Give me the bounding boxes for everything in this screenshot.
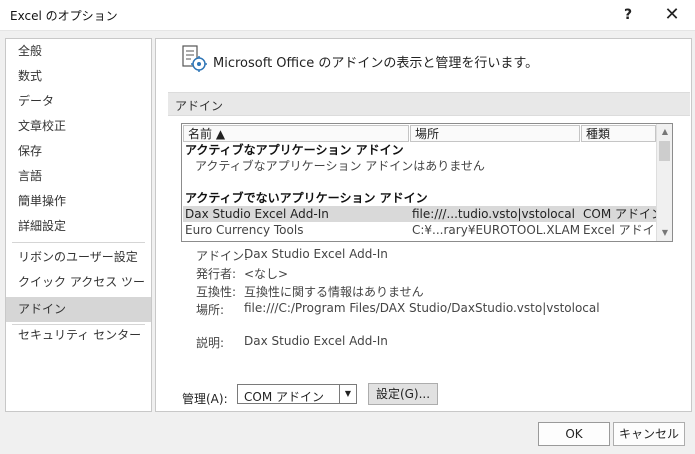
sidebar-item-quick-access-toolbar[interactable]: クイック アクセス ツール バー [6,270,151,314]
sidebar-item-save[interactable]: 保存 [6,139,151,164]
sidebar-divider [12,242,145,243]
detail-description-value: Dax Studio Excel Add-In [244,334,388,348]
scroll-thumb[interactable] [659,141,670,161]
detail-compat-label: 互換性: [196,285,237,299]
manage-select-value: COM アドイン [244,390,324,404]
sidebar-item-advanced[interactable]: 詳細設定 [6,214,151,239]
chevron-down-icon[interactable]: ▼ [339,385,356,403]
section-header: アドイン [168,92,690,116]
list-note: アクティブなアプリケーション アドインはありません [183,158,656,174]
manage-label: 管理(A): [182,392,228,406]
go-button[interactable]: 設定(G)... [368,383,438,405]
sidebar-item-data[interactable]: データ [6,89,151,114]
sidebar-item-customize-ribbon[interactable]: リボンのユーザー設定 [6,245,151,270]
section-title: アドイン [175,99,224,113]
sidebar-item-accessibility[interactable]: 簡単操作 [6,189,151,214]
detail-publisher-value: <なし> [244,267,289,281]
group-label: アクティブなアプリケーション アドイン [185,143,404,157]
detail-description-label: 説明: [196,336,225,350]
sidebar-item-general[interactable]: 全般 [6,39,151,64]
scroll-down-arrow-icon[interactable]: ▼ [657,225,672,241]
detail-addin-label: アドイン: [196,249,249,263]
detail-location-label: 場所: [196,303,225,317]
addins-settings-icon [182,45,207,72]
sidebar-item-addins[interactable]: アドイン [6,297,151,322]
manage-select[interactable]: COM アドイン ▼ [237,384,357,404]
sidebar-item-trust-center[interactable]: セキュリティ センター [6,323,151,348]
detail-addin-value: Dax Studio Excel Add-In [244,247,388,261]
page-header: Microsoft Office のアドインの表示と管理を行います。 [213,56,539,71]
window-title: Excel のオプション [10,9,118,23]
note-label: アクティブなアプリケーション アドインはありません [195,159,485,173]
addin-name: Euro Currency Tools [185,223,304,237]
main-panel: Microsoft Office のアドインの表示と管理を行います。 アドイン … [155,38,692,412]
vertical-scrollbar[interactable]: ▲ ▼ [656,124,672,241]
addin-type: Excel アドイン [583,223,656,237]
group-label: アクティブでないアプリケーション アドイン [185,191,428,205]
table-row[interactable]: Dax Studio Excel Add-In file:///...tudio… [183,206,656,222]
title-bar: Excel のオプション ? ✕ [0,0,695,31]
sidebar-item-language[interactable]: 言語 [6,164,151,189]
scroll-up-arrow-icon[interactable]: ▲ [657,124,672,140]
close-button[interactable]: ✕ [659,4,685,26]
addin-type: COM アドイン [583,207,656,221]
addin-location: C:¥...rary¥EUROTOOL.XLAM [412,223,580,237]
detail-publisher-label: 発行者: [196,267,237,281]
column-header-location[interactable]: 場所 [410,125,580,142]
cancel-button[interactable]: キャンセル [613,422,685,446]
column-header-type[interactable]: 種類 [581,125,656,142]
column-header-name[interactable]: 名前 ▲ [183,125,409,142]
ok-button[interactable]: OK [538,422,610,446]
list-group-header: アクティブでないアプリケーション アドイン [183,190,656,206]
addins-list[interactable]: 名前 ▲ 場所 種類 アクティブなアプリケーション アドイン アクティブなアプリ… [181,123,673,242]
sidebar-item-formulas[interactable]: 数式 [6,64,151,89]
help-button[interactable]: ? [615,4,641,26]
detail-location-value: file:///C:/Program Files/DAX Studio/DaxS… [244,301,600,315]
addin-name: Dax Studio Excel Add-In [185,207,329,221]
detail-compat-value: 互換性に関する情報はありません [244,285,424,299]
sidebar-item-proofing[interactable]: 文章校正 [6,114,151,139]
table-row[interactable]: Euro Currency Tools C:¥...rary¥EUROTOOL.… [183,222,656,238]
sidebar: 全般 数式 データ 文章校正 保存 言語 簡単操作 詳細設定 リボンのユーザー設… [5,38,152,412]
list-group-header: アクティブなアプリケーション アドイン [183,142,656,158]
addin-location: file:///...tudio.vsto|vstolocal [412,207,575,221]
